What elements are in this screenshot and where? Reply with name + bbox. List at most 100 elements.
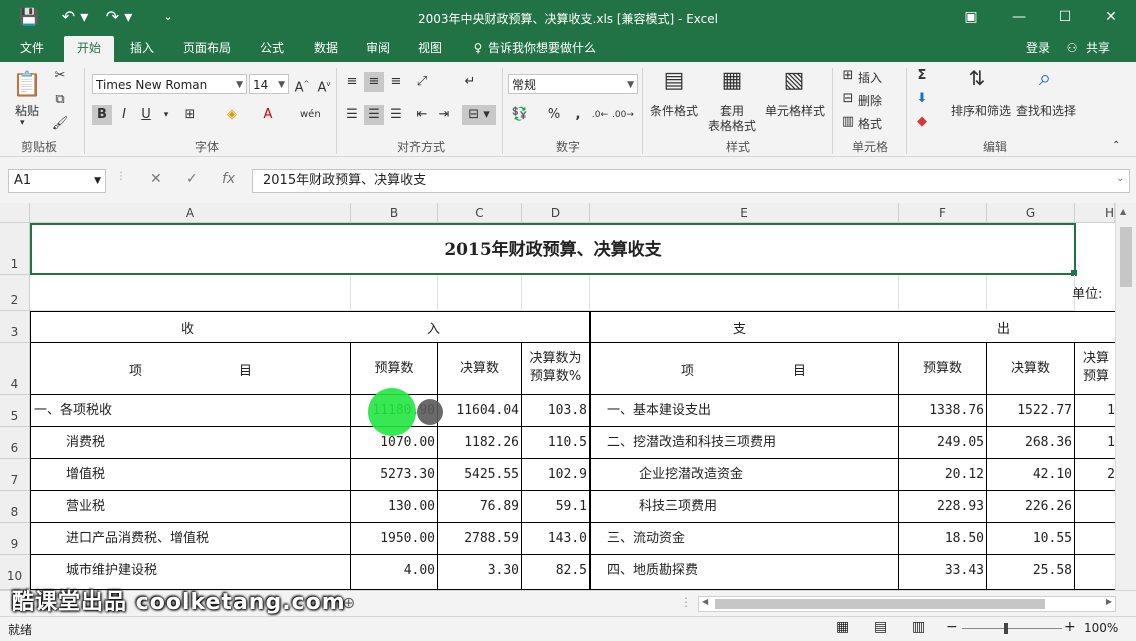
font-size-dropdown[interactable]: 14 ▼ — [249, 74, 289, 94]
expense-item-cell[interactable]: 二、挖潜改造和科技三项费用 — [590, 427, 899, 459]
income-item-cell[interactable]: 增值税 — [30, 459, 351, 491]
expense-item-cell[interactable]: 科技三项费用 — [590, 491, 899, 523]
budget2-cell[interactable]: 249.05 — [899, 427, 987, 459]
decrease-decimal-icon[interactable]: .00→ — [612, 105, 634, 125]
cell-styles-icon[interactable]: ▧ — [780, 68, 808, 98]
align-right-icon[interactable]: ☰ — [386, 105, 406, 125]
zoom-slider-thumb[interactable] — [1004, 623, 1008, 634]
increase-indent-icon[interactable]: ⇥ — [434, 105, 454, 125]
budget2-cell[interactable]: 1338.76 — [899, 395, 987, 427]
column-header[interactable]: A — [30, 203, 351, 223]
row-header[interactable]: 9 — [0, 523, 30, 555]
increase-decimal-icon[interactable]: .0← — [590, 105, 610, 125]
row-header[interactable]: 2 — [0, 275, 30, 311]
zoom-slider[interactable] — [962, 628, 1062, 629]
collapse-ribbon-icon[interactable]: ⌃ — [1112, 140, 1120, 151]
col-header-percent[interactable]: 决算数为 预算数% — [522, 343, 590, 395]
actual-cell[interactable]: 5425.55 — [438, 459, 522, 491]
expense-header-cell[interactable]: 支 出 — [590, 311, 1115, 343]
wrap-text-icon[interactable]: ↵ — [460, 72, 480, 92]
horizontal-scrollbar[interactable]: ◀ ▶ — [698, 596, 1116, 612]
budget2-cell[interactable]: 33.43 — [899, 555, 987, 590]
paste-icon[interactable]: 📋 — [12, 68, 42, 100]
percent2-cell[interactable] — [1075, 523, 1115, 555]
format-as-table-icon[interactable]: ▦ — [718, 68, 746, 98]
vertical-scrollbar[interactable]: ▲ — [1115, 203, 1136, 590]
insert-cells-icon[interactable]: ⊞ — [838, 66, 858, 86]
actual2-cell[interactable]: 42.10 — [987, 459, 1075, 491]
col-header-percent2[interactable]: 决算 预算 — [1075, 343, 1115, 395]
percent-cell[interactable]: 143.0 — [522, 523, 590, 555]
share-button[interactable]: 共享 — [1082, 36, 1114, 62]
select-all-corner[interactable] — [0, 203, 30, 223]
col-header-budget2[interactable]: 预算数 — [899, 343, 987, 395]
conditional-format-icon[interactable]: ▤ — [660, 68, 688, 98]
normal-view-icon[interactable]: ▦ — [836, 619, 849, 635]
expense-item-cell[interactable]: 企业挖潜改造资金 — [590, 459, 899, 491]
align-bottom-icon[interactable]: ≡ — [386, 72, 406, 92]
row-header[interactable]: 8 — [0, 491, 30, 523]
underline-dropdown-icon[interactable]: ▾ — [156, 105, 176, 125]
actual-cell[interactable]: 2788.59 — [438, 523, 522, 555]
worksheet-grid[interactable]: A B C D E F G H 1 2 3 4 5 6 7 8 9 10 201… — [0, 203, 1136, 590]
actual2-cell[interactable]: 1522.77 — [987, 395, 1075, 427]
tab-data[interactable]: 数据 — [304, 36, 348, 62]
cell[interactable] — [590, 275, 899, 311]
percent-cell[interactable]: 102.9 — [522, 459, 590, 491]
row-header[interactable]: 1 — [0, 223, 30, 275]
scroll-left-icon[interactable]: ◀ — [702, 597, 708, 606]
align-middle-icon[interactable]: ≡ — [364, 72, 384, 92]
row-header[interactable]: 7 — [0, 459, 30, 491]
merge-center-icon[interactable]: ⊟ ▾ — [462, 105, 496, 125]
bold-button[interactable]: B — [92, 105, 112, 125]
income-item-cell[interactable]: 进口产品消费税、增值税 — [30, 523, 351, 555]
budget-cell[interactable]: 1950.00 — [351, 523, 438, 555]
sort-filter-icon[interactable]: ⇅ — [962, 66, 992, 96]
paste-label[interactable]: 粘贴 — [12, 102, 42, 119]
italic-button[interactable]: I — [114, 105, 134, 125]
orientation-icon[interactable]: ⤢ — [412, 72, 432, 92]
column-header[interactable]: D — [522, 203, 590, 223]
horizontal-scroll-thumb[interactable] — [715, 599, 1045, 609]
actual-cell[interactable]: 76.89 — [438, 491, 522, 523]
budget-cell[interactable]: 5273.30 — [351, 459, 438, 491]
actual-cell[interactable]: 11604.04 — [438, 395, 522, 427]
percent2-cell[interactable] — [1075, 555, 1115, 590]
scroll-right-icon[interactable]: ▶ — [1106, 597, 1112, 606]
budget2-cell[interactable]: 18.50 — [899, 523, 987, 555]
format-cells-icon[interactable]: ▥ — [838, 112, 858, 132]
login-link[interactable]: 登录 — [1018, 36, 1058, 62]
row-header[interactable]: 3 — [0, 311, 30, 343]
font-name-dropdown[interactable]: Times New Roman ▼ — [92, 74, 247, 94]
tab-file[interactable]: 文件 — [10, 36, 54, 62]
cut-icon[interactable]: ✂ — [50, 66, 70, 86]
percent2-cell[interactable] — [1075, 491, 1115, 523]
align-left-icon[interactable]: ☰ — [342, 105, 362, 125]
tab-page-layout[interactable]: 页面布局 — [174, 36, 240, 62]
insert-function-icon[interactable]: fx — [222, 171, 235, 187]
format-cells-button[interactable]: 格式 — [858, 115, 882, 132]
expense-item-cell[interactable]: 三、流动资金 — [590, 523, 899, 555]
scroll-up-icon[interactable]: ▲ — [1120, 207, 1126, 216]
col-header-actual2[interactable]: 决算数 — [987, 343, 1075, 395]
column-header[interactable]: E — [590, 203, 899, 223]
cell[interactable] — [351, 275, 438, 311]
zoom-in-icon[interactable]: + — [1064, 619, 1076, 635]
delete-cells-button[interactable]: 删除 — [858, 92, 882, 109]
phonetic-icon[interactable]: wén — [300, 105, 321, 125]
expand-formula-icon[interactable]: ⌄ — [1116, 173, 1124, 184]
find-search-icon[interactable]: ⌕ — [1030, 66, 1060, 96]
page-break-view-icon[interactable]: ▥ — [912, 619, 925, 635]
comma-style-icon[interactable]: , — [568, 105, 588, 125]
close-icon[interactable]: ✕ — [1096, 6, 1126, 28]
percent2-cell[interactable]: 1 — [1075, 395, 1115, 427]
sheet-title-cell[interactable]: 2015年财政预算、决算收支 — [30, 223, 1076, 275]
decrease-indent-icon[interactable]: ⇤ — [412, 105, 432, 125]
column-header[interactable]: F — [899, 203, 987, 223]
ribbon-display-icon[interactable]: ▣ — [956, 6, 986, 28]
cell[interactable] — [30, 275, 351, 311]
actual2-cell[interactable]: 268.36 — [987, 427, 1075, 459]
cell[interactable] — [438, 275, 522, 311]
budget2-cell[interactable]: 20.12 — [899, 459, 987, 491]
tell-me-box[interactable]: 告诉我你想要做什么 — [488, 36, 608, 62]
